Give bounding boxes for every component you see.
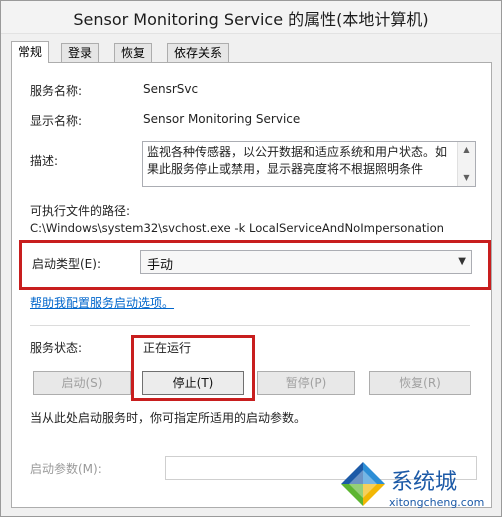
service-properties-dialog: Sensor Monitoring Service 的属性(本地计算机) 常规 … <box>0 0 502 517</box>
startup-type-select[interactable]: 手动 ▼ <box>140 250 472 274</box>
watermark-brand: 系统城 <box>391 470 458 495</box>
stop-button[interactable]: 停止(T) <box>142 371 244 395</box>
xitongcheng-logo-icon <box>341 462 385 506</box>
display-name-label: 显示名称: <box>30 114 83 128</box>
exe-path-label: 可执行文件的路径: <box>30 204 131 218</box>
description-text: 监视各种传感器，以公开数据和适应系统和用户状态。如果此服务停止或禁用，显示器亮度… <box>147 145 448 176</box>
tab-recovery[interactable]: 恢复 <box>114 43 153 62</box>
help-configure-startup-link[interactable]: 帮助我配置服务启动选项。 <box>30 294 174 311</box>
display-name-value: Sensor Monitoring Service <box>143 112 301 126</box>
tab-dependencies[interactable]: 依存关系 <box>167 43 230 62</box>
description-box[interactable]: 监视各种传感器，以公开数据和适应系统和用户状态。如果此服务停止或禁用，显示器亮度… <box>142 141 476 187</box>
separator <box>30 325 470 326</box>
general-tab-panel: 服务名称: SensrSvc 显示名称: Sensor Monitoring S… <box>11 62 492 508</box>
service-status-value: 正在运行 <box>143 341 192 355</box>
startup-type-value: 手动 <box>147 258 174 273</box>
startup-type-label: 启动类型(E): <box>32 257 101 271</box>
service-name-label: 服务名称: <box>30 84 83 98</box>
description-label: 描述: <box>30 154 59 168</box>
start-params-hint: 当从此处启动服务时，你可指定所适用的启动参数。 <box>30 411 307 425</box>
scroll-up-icon[interactable]: ▲ <box>458 145 475 155</box>
tab-general[interactable]: 常规 <box>11 41 50 63</box>
resume-button[interactable]: 恢复(R) <box>369 371 471 395</box>
watermark-url: xitongcheng.com <box>389 496 485 509</box>
window-title: Sensor Monitoring Service 的属性(本地计算机) <box>73 10 429 29</box>
start-params-label: 启动参数(M): <box>30 462 102 476</box>
pause-button[interactable]: 暂停(P) <box>257 371 355 395</box>
service-status-label: 服务状态: <box>30 341 83 355</box>
xitongcheng-watermark: 系统城 xitongcheng.com <box>339 458 489 513</box>
scroll-down-icon[interactable]: ▼ <box>458 173 475 183</box>
start-button[interactable]: 启动(S) <box>33 371 131 395</box>
exe-path-value: C:\Windows\system32\svchost.exe -k Local… <box>30 221 445 235</box>
service-name-value: SensrSvc <box>143 82 199 96</box>
title-bar[interactable]: Sensor Monitoring Service 的属性(本地计算机) <box>1 1 501 34</box>
description-scrollbar[interactable]: ▲ ▼ <box>457 142 475 186</box>
tab-logon[interactable]: 登录 <box>61 43 100 62</box>
chevron-down-icon: ▼ <box>458 256 466 267</box>
